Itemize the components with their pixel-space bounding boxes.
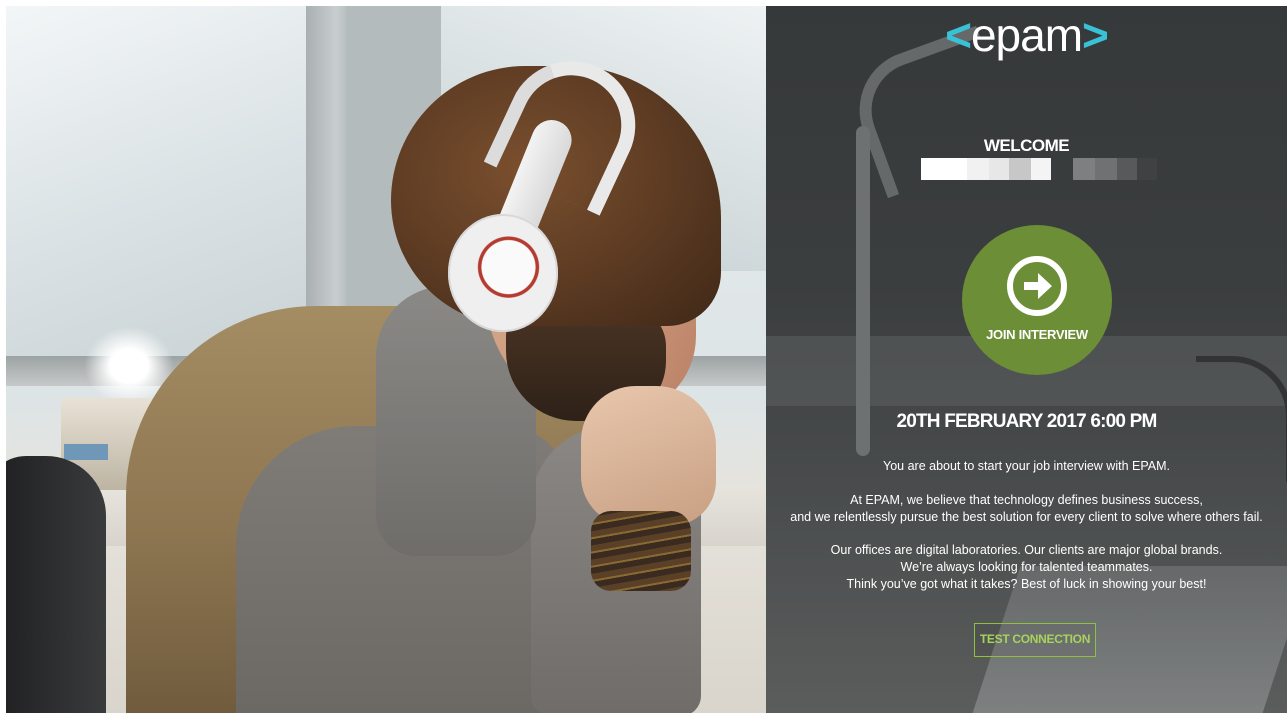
offices-line-3: Think you’ve got what it takes? Best of … <box>846 577 1207 591</box>
bg-lamp <box>856 126 870 456</box>
tissue-box-label <box>64 444 108 460</box>
chair <box>6 456 106 713</box>
app-frame: <epam> WELCOME JOIN INTERVIEW 20TH FEBRU… <box>6 6 1287 713</box>
join-interview-button[interactable]: JOIN INTERVIEW <box>962 225 1112 375</box>
logo-word: epam <box>970 9 1083 61</box>
person-wristbands <box>591 511 691 591</box>
person-hand <box>581 386 716 526</box>
redacted-candidate-name <box>921 158 1157 180</box>
welcome-heading: WELCOME <box>983 136 1070 155</box>
window-left <box>6 6 306 356</box>
test-connection-button[interactable]: TEST CONNECTION <box>974 623 1096 657</box>
belief-text: At EPAM, we believe that technology defi… <box>766 492 1287 526</box>
belief-line-1: At EPAM, we believe that technology defi… <box>850 493 1203 507</box>
epam-logo: <epam> <box>766 10 1287 60</box>
belief-line-2: and we relentlessly pursue the best solu… <box>790 510 1263 524</box>
intro-text: You are about to start your job intervie… <box>766 458 1287 475</box>
offices-line-2: We’re always looking for talented teamma… <box>900 560 1153 574</box>
interview-datetime: 20TH FEBRUARY 2017 6:00 PM <box>896 411 1157 432</box>
hero-photo <box>6 6 766 713</box>
logo-bracket-left: < <box>945 9 972 61</box>
arrow-right-circle-icon <box>1007 256 1067 316</box>
intro-line: You are about to start your job intervie… <box>883 459 1170 473</box>
offices-line-1: Our offices are digital laboratories. Ou… <box>830 543 1223 557</box>
logo-bracket-right: > <box>1082 9 1109 61</box>
headphones-icon <box>448 214 558 332</box>
offices-text: Our offices are digital laboratories. Ou… <box>766 542 1287 593</box>
interview-panel: <epam> WELCOME JOIN INTERVIEW 20TH FEBRU… <box>766 6 1287 713</box>
join-interview-label: JOIN INTERVIEW <box>986 327 1088 342</box>
